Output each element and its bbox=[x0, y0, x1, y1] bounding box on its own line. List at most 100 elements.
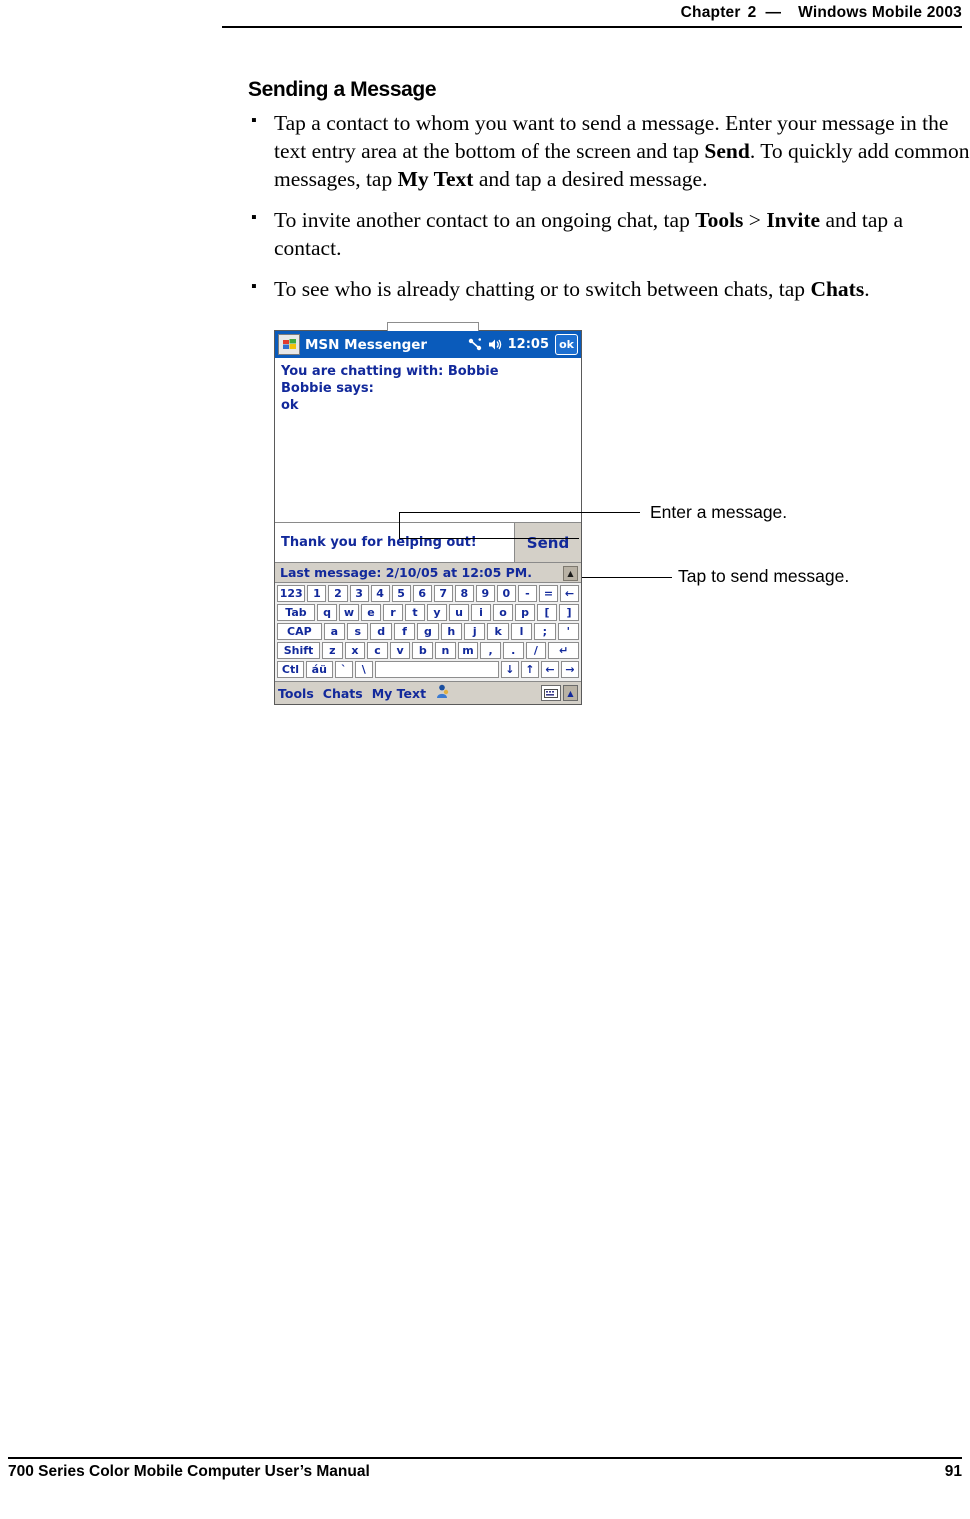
callout-enter-message: Enter a message. bbox=[650, 502, 788, 522]
device-screen: MSN Messenger 12:05 ok You are chatting … bbox=[274, 322, 582, 705]
key-p[interactable]: p bbox=[515, 604, 535, 621]
key-1[interactable]: 1 bbox=[307, 585, 327, 602]
message-input[interactable]: Thank you for helping out! bbox=[275, 523, 515, 562]
key-backtick[interactable]: ` bbox=[334, 661, 353, 678]
key-equals[interactable]: = bbox=[538, 585, 558, 602]
speaker-icon[interactable] bbox=[488, 338, 502, 351]
contact-icon[interactable] bbox=[435, 684, 449, 702]
key-c[interactable]: c bbox=[367, 642, 388, 659]
titlebar-title: MSN Messenger bbox=[305, 336, 428, 353]
key-backspace[interactable]: ← bbox=[559, 585, 580, 602]
key-4[interactable]: 4 bbox=[370, 585, 390, 602]
footer-manual-title: 700 Series Color Mobile Computer User’s … bbox=[8, 1463, 370, 1480]
command-bar: Tools Chats My Text ▲ bbox=[275, 682, 581, 704]
menu-chats[interactable]: Chats bbox=[323, 686, 363, 701]
key-5[interactable]: 5 bbox=[391, 585, 411, 602]
bullet-list: Tap a contact to whom you want to send a… bbox=[248, 107, 970, 303]
key-w[interactable]: w bbox=[339, 604, 359, 621]
key-minus[interactable]: - bbox=[517, 585, 537, 602]
chat-transcript: You are chatting with: Bobbie Bobbie say… bbox=[275, 358, 581, 523]
key-3[interactable]: 3 bbox=[349, 585, 369, 602]
key-s[interactable]: s bbox=[347, 623, 369, 640]
message-entry-row: Thank you for helping out! Send bbox=[275, 523, 581, 563]
soft-keyboard[interactable]: 123 1 2 3 4 5 6 7 8 9 0 - = ← Tab q w e … bbox=[275, 583, 581, 682]
chat-message: ok bbox=[281, 398, 299, 413]
key-a[interactable]: a bbox=[323, 623, 346, 640]
footer-rule bbox=[8, 1457, 962, 1459]
key-slash[interactable]: / bbox=[525, 642, 547, 659]
key-q[interactable]: q bbox=[317, 604, 337, 621]
key-d[interactable]: d bbox=[370, 623, 392, 640]
key-k[interactable]: k bbox=[487, 623, 509, 640]
key-period[interactable]: . bbox=[502, 642, 524, 659]
key-6[interactable]: 6 bbox=[412, 585, 432, 602]
key-2[interactable]: 2 bbox=[328, 585, 348, 602]
key-8[interactable]: 8 bbox=[454, 585, 474, 602]
key-f[interactable]: f bbox=[393, 623, 416, 640]
callout-leader-elbow-1b bbox=[399, 538, 579, 539]
key-t[interactable]: t bbox=[405, 604, 425, 621]
list-item: Tap a contact to whom you want to send a… bbox=[248, 107, 970, 193]
key-v[interactable]: v bbox=[389, 642, 411, 659]
chatting-with-line: You are chatting with: Bobbie bbox=[281, 364, 499, 379]
key-ctl[interactable]: Ctl bbox=[277, 661, 304, 678]
key-0[interactable]: 0 bbox=[496, 585, 516, 602]
connectivity-icon[interactable] bbox=[468, 338, 482, 351]
header-dash: — bbox=[765, 4, 782, 21]
key-m[interactable]: m bbox=[457, 642, 479, 659]
key-e[interactable]: e bbox=[361, 604, 381, 621]
status-caret-icon[interactable]: ▲ bbox=[563, 566, 578, 581]
callout-leader-line-2 bbox=[582, 577, 672, 578]
titlebar: MSN Messenger 12:05 ok bbox=[275, 331, 581, 358]
key-arrow-left[interactable]: ← bbox=[540, 661, 559, 678]
ok-button[interactable]: ok bbox=[555, 334, 578, 355]
header-chapter-word: Chapter bbox=[680, 4, 741, 21]
key-arrow-up[interactable]: ↑ bbox=[520, 661, 539, 678]
key-comma[interactable]: , bbox=[480, 642, 501, 659]
key-tab[interactable]: Tab bbox=[277, 604, 315, 621]
key-r[interactable]: r bbox=[383, 604, 403, 621]
key-arrow-down[interactable]: ↓ bbox=[500, 661, 519, 678]
sender-line: Bobbie says: bbox=[281, 381, 374, 396]
key-backslash[interactable]: \ bbox=[354, 661, 373, 678]
key-y[interactable]: y bbox=[427, 604, 447, 621]
key-z[interactable]: z bbox=[321, 642, 343, 659]
windows-flag-icon bbox=[282, 339, 296, 349]
section-title: Sending a Message bbox=[248, 78, 437, 101]
page-footer: 700 Series Color Mobile Computer User’s … bbox=[0, 1457, 970, 1497]
key-arrow-right[interactable]: → bbox=[560, 661, 579, 678]
key-i[interactable]: i bbox=[471, 604, 491, 621]
key-9[interactable]: 9 bbox=[475, 585, 495, 602]
key-bracket-right[interactable]: ] bbox=[559, 604, 579, 621]
key-o[interactable]: o bbox=[493, 604, 513, 621]
key-cap[interactable]: CAP bbox=[277, 623, 322, 640]
header-chapter-number: 2 bbox=[747, 4, 757, 21]
header-text: Chapter 2 — Windows Mobile 2003 bbox=[681, 4, 962, 22]
key-semicolon[interactable]: ; bbox=[534, 623, 556, 640]
key-bracket-left[interactable]: [ bbox=[537, 604, 557, 621]
key-x[interactable]: x bbox=[344, 642, 366, 659]
key-123[interactable]: 123 bbox=[277, 585, 306, 602]
key-n[interactable]: n bbox=[435, 642, 456, 659]
key-b[interactable]: b bbox=[412, 642, 434, 659]
key-g[interactable]: g bbox=[417, 623, 439, 640]
menu-tools[interactable]: Tools bbox=[278, 686, 314, 701]
key-l[interactable]: l bbox=[510, 623, 533, 640]
key-apostrophe[interactable]: ' bbox=[557, 623, 579, 640]
key-j[interactable]: j bbox=[464, 623, 486, 640]
caret-up-icon[interactable]: ▲ bbox=[563, 685, 578, 701]
callout-tap-to-send: Tap to send message. bbox=[678, 566, 850, 586]
key-space[interactable] bbox=[374, 661, 499, 678]
keyboard-icon[interactable] bbox=[541, 685, 561, 701]
key-enter[interactable]: ↵ bbox=[548, 642, 580, 659]
key-accents[interactable]: áü bbox=[305, 661, 333, 678]
key-h[interactable]: h bbox=[440, 623, 463, 640]
header-product: Windows Mobile 2003 bbox=[798, 4, 962, 21]
key-shift[interactable]: Shift bbox=[277, 642, 320, 659]
key-u[interactable]: u bbox=[449, 604, 469, 621]
menu-my-text[interactable]: My Text bbox=[372, 686, 426, 701]
key-7[interactable]: 7 bbox=[433, 585, 453, 602]
page-header: Chapter 2 — Windows Mobile 2003 bbox=[0, 0, 970, 40]
send-button[interactable]: Send bbox=[515, 523, 581, 562]
start-button[interactable] bbox=[278, 334, 300, 355]
